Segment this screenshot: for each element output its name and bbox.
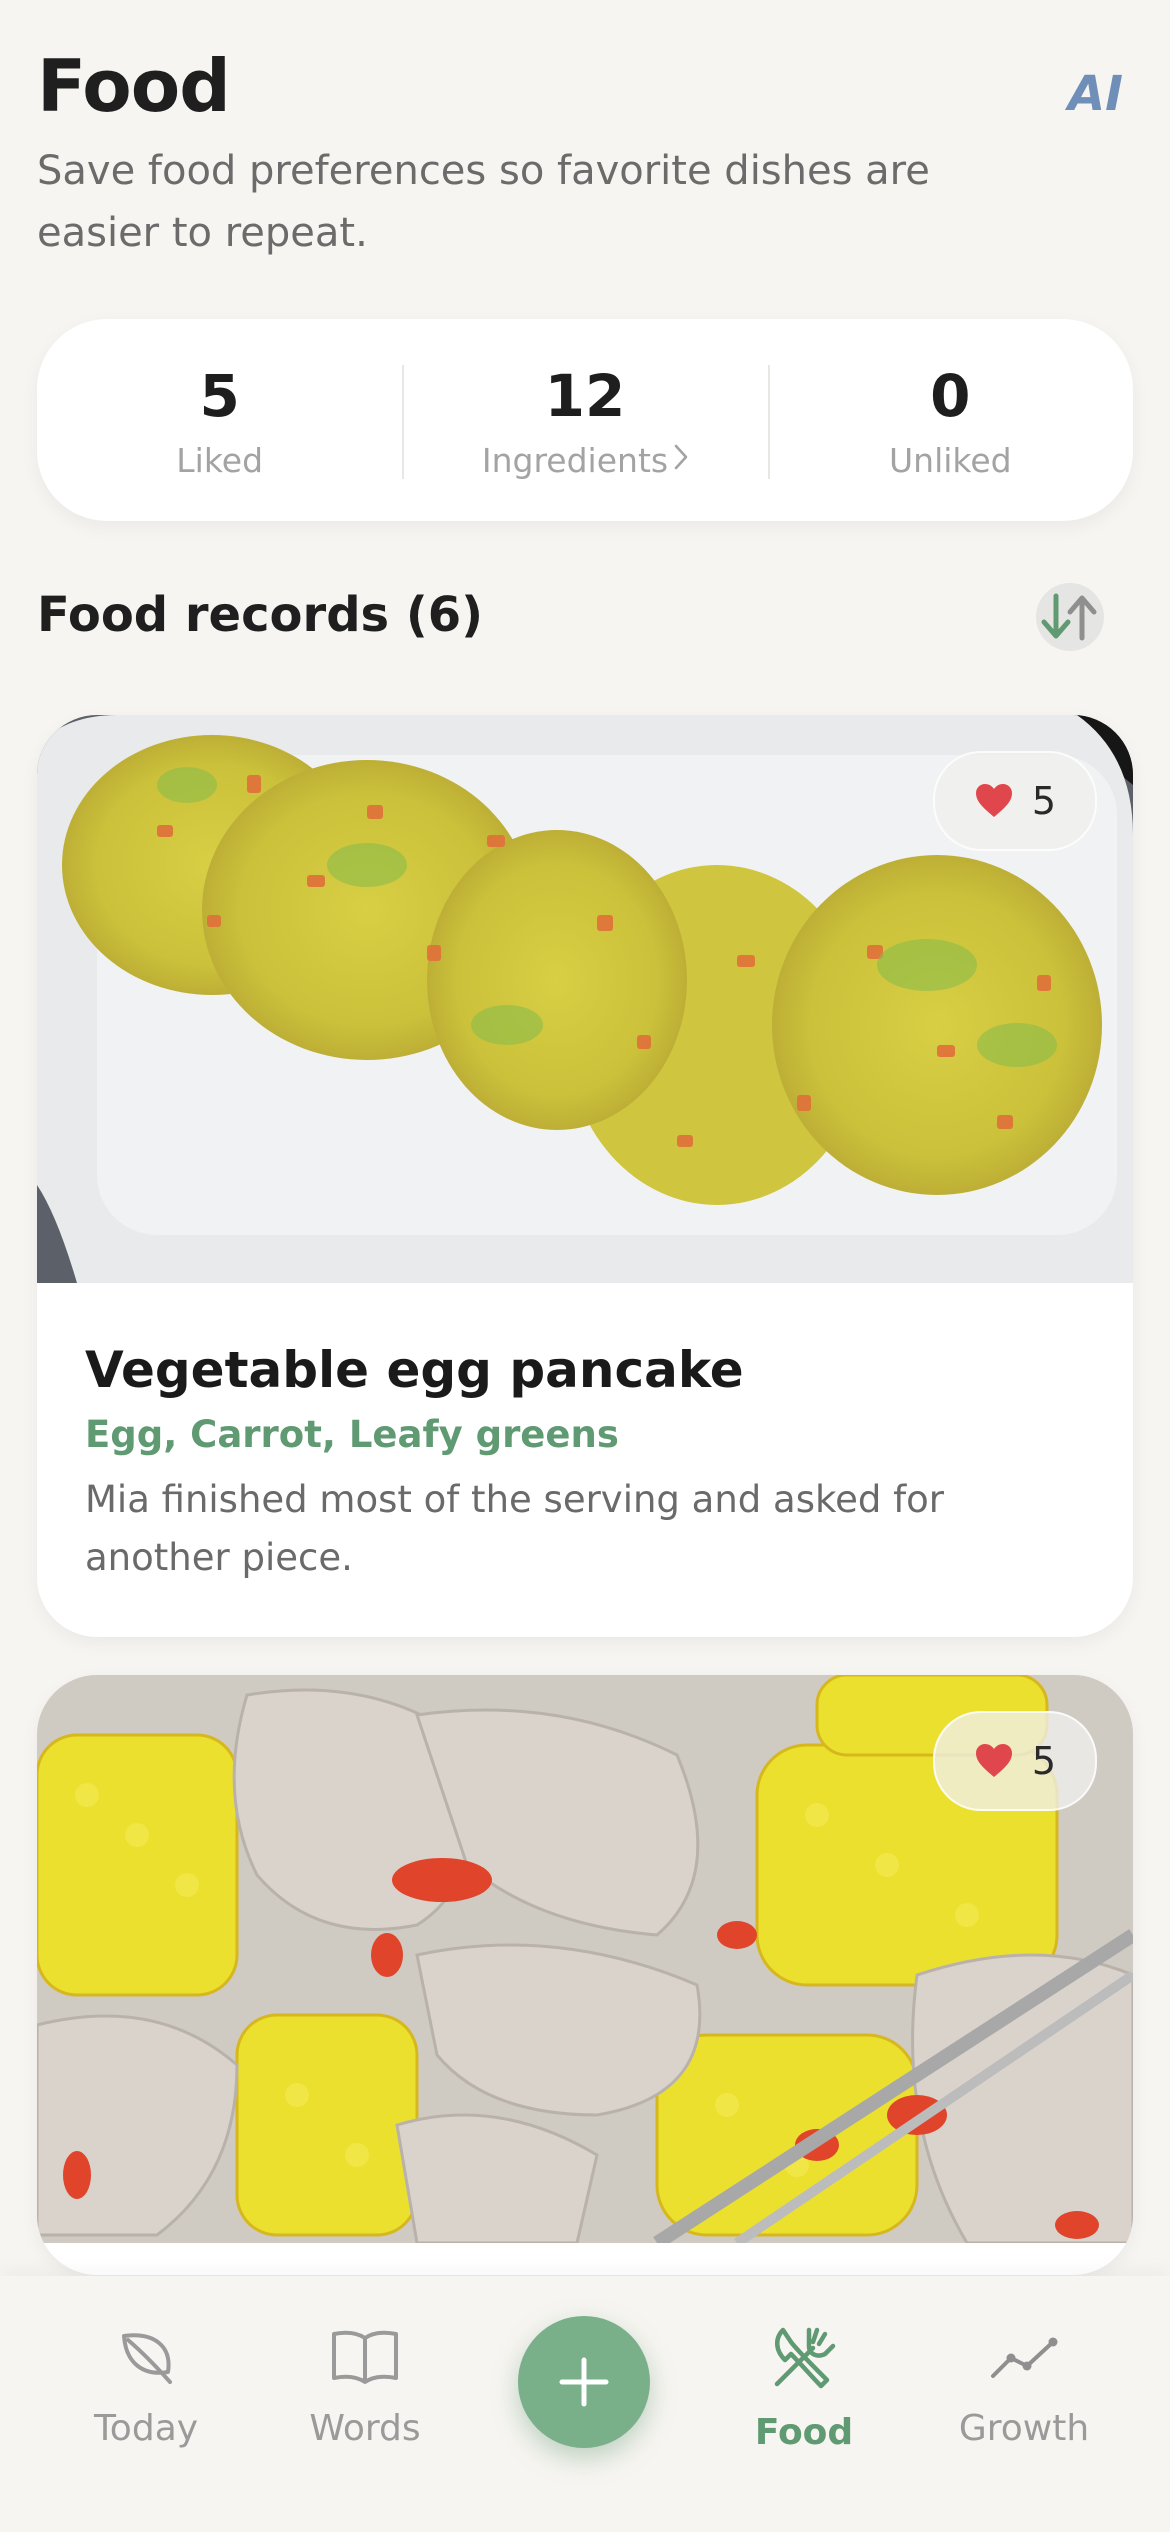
tab-food-label: Food [754, 2412, 854, 2453]
bottom-tab-bar: Today Words Food Growth [0, 2276, 1170, 2532]
page-header: Food AI Save food preferences so favorit… [37, 40, 1133, 264]
card-body: Vegetable egg pancake Egg, Carrot, Leafy… [37, 1283, 1133, 1587]
records-heading: Food records (6) [37, 587, 484, 643]
chevron-right-icon [674, 441, 688, 481]
stat-ingredients[interactable]: 12 Ingredients [402, 361, 767, 481]
dish-photo: 5 [37, 715, 1133, 1283]
ingredients-count: 12 [544, 362, 626, 430]
stat-liked[interactable]: 5 Liked [37, 361, 402, 480]
trend-icon [991, 2337, 1058, 2378]
tab-words[interactable]: Words [275, 2324, 455, 2451]
ingredients-label: Ingredients [481, 441, 669, 480]
like-badge[interactable]: 5 [933, 1711, 1097, 1811]
stat-unliked[interactable]: 0 Unliked [767, 361, 1133, 480]
tab-words-label: Words [309, 2408, 421, 2449]
tab-today[interactable]: Today [56, 2324, 236, 2451]
tab-growth[interactable]: Growth [934, 2324, 1114, 2451]
book-icon [332, 2330, 398, 2384]
stats-card: 5 Liked 12 Ingredients 0 Unliked [37, 319, 1133, 521]
add-record-button[interactable] [518, 2316, 650, 2448]
sort-icon [1041, 593, 1097, 641]
tab-food[interactable]: Food [714, 2324, 894, 2455]
like-badge[interactable]: 5 [933, 751, 1097, 851]
ai-button[interactable]: AI [1068, 66, 1123, 122]
page-subtitle: Save food preferences so favorite dishes… [37, 148, 930, 256]
dish-note: Mia finished most of the serving and ask… [85, 1478, 944, 1579]
food-record-card[interactable]: 5 [37, 1675, 1133, 2275]
unliked-count: 0 [930, 362, 971, 430]
tab-growth-label: Growth [958, 2408, 1090, 2449]
ingredients-label-row: Ingredients [402, 441, 767, 481]
heart-icon [975, 784, 1012, 817]
heart-icon [975, 1744, 1012, 1777]
food-record-card[interactable]: 5 Vegetable egg pancake Egg, Carrot, Lea… [37, 715, 1133, 1637]
tab-today-label: Today [93, 2408, 199, 2449]
sort-button[interactable] [1036, 583, 1104, 651]
utensils-icon [774, 2327, 836, 2389]
page-title: Food [37, 44, 231, 128]
liked-count: 5 [199, 362, 240, 430]
like-count: 5 [1031, 1739, 1057, 1783]
dish-ingredients: Egg, Carrot, Leafy greens [85, 1413, 619, 1456]
liked-label: Liked [176, 441, 264, 480]
like-count: 5 [1031, 779, 1057, 823]
dish-photo: 5 [37, 1675, 1133, 2243]
leaf-icon [122, 2333, 172, 2384]
unliked-label: Unliked [889, 441, 1012, 480]
dish-name: Vegetable egg pancake [85, 1341, 744, 1399]
plus-icon [559, 2357, 609, 2407]
